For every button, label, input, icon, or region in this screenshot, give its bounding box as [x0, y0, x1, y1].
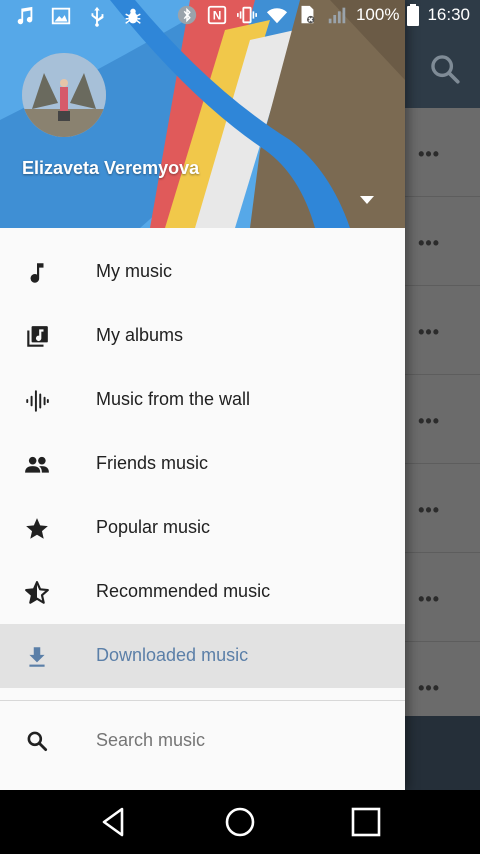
menu-item-friends-music[interactable]: Friends music: [0, 432, 405, 496]
battery-icon: [407, 4, 420, 26]
more-icon[interactable]: •••: [418, 589, 440, 610]
account-dropdown-icon[interactable]: [360, 196, 374, 204]
drawer-header[interactable]: Elizaveta Veremyova: [0, 0, 405, 228]
people-icon: [25, 456, 49, 473]
music-note-icon: [17, 6, 33, 25]
home-icon[interactable]: [222, 804, 258, 840]
music-note-icon: [30, 263, 44, 283]
menu-item-my-albums[interactable]: My albums: [0, 304, 405, 368]
more-icon[interactable]: •••: [418, 500, 440, 521]
drawer-menu: My music My albums Music from the wall F…: [0, 240, 405, 688]
bug-icon: [125, 8, 141, 24]
download-icon: [29, 647, 45, 667]
more-icon[interactable]: •••: [418, 144, 440, 165]
more-icon[interactable]: •••: [418, 678, 440, 699]
menu-item-label: My albums: [96, 325, 184, 345]
wifi-icon: [266, 8, 288, 24]
usb-icon: [91, 6, 104, 27]
more-icon[interactable]: •••: [418, 411, 440, 432]
vibrate-icon: [236, 6, 257, 24]
menu-item-recommended-music[interactable]: Recommended music: [0, 560, 405, 624]
menu-item-downloaded-music[interactable]: Downloaded music: [0, 624, 405, 688]
menu-item-label: Search music: [96, 730, 206, 750]
album-icon: [27, 326, 48, 347]
bluetooth-icon: [177, 5, 197, 25]
search-icon: [27, 731, 48, 752]
image-icon: [51, 7, 71, 25]
menu-divider: [0, 700, 405, 701]
menu-item-label: My music: [96, 261, 172, 281]
star-half-icon: [25, 581, 49, 604]
no-sim-icon: [301, 5, 315, 24]
system-navigation-bar: [0, 790, 480, 854]
star-icon: [26, 518, 48, 539]
menu-item-my-music[interactable]: My music: [0, 240, 405, 304]
status-bar: N 100% 16:30: [0, 0, 480, 33]
battery-percent: 100%: [355, 5, 400, 24]
back-icon[interactable]: [96, 804, 132, 840]
avatar[interactable]: [22, 53, 106, 137]
menu-item-label: Friends music: [96, 453, 209, 473]
navigation-drawer: Elizaveta Veremyova My music My albums M…: [0, 0, 405, 790]
menu-item-music-from-wall[interactable]: Music from the wall: [0, 368, 405, 432]
menu-item-label: Recommended music: [96, 581, 271, 601]
svg-text:N: N: [213, 9, 222, 23]
user-name: Elizaveta Veremyova: [22, 158, 200, 178]
signal-icon: [328, 7, 346, 24]
waveform-icon: [26, 390, 49, 412]
menu-item-popular-music[interactable]: Popular music: [0, 496, 405, 560]
menu-item-label: Popular music: [96, 517, 211, 537]
more-icon[interactable]: •••: [418, 322, 440, 343]
search-icon[interactable]: [428, 52, 462, 86]
menu-item-search-music[interactable]: Search music: [0, 708, 405, 772]
recents-icon[interactable]: [348, 804, 384, 840]
menu-item-label: Music from the wall: [96, 389, 251, 409]
clock: 16:30: [427, 5, 470, 24]
nfc-icon: N: [207, 5, 227, 25]
avatar-photo: [22, 53, 106, 137]
more-icon[interactable]: •••: [418, 233, 440, 254]
menu-item-label: Downloaded music: [96, 645, 249, 665]
